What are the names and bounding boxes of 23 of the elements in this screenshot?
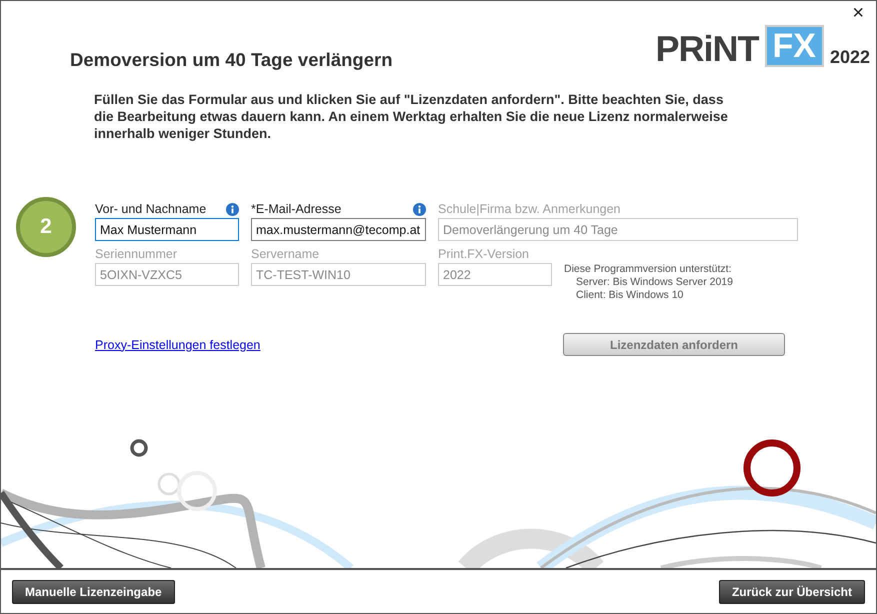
back-button[interactable]: Zurück zur Übersicht bbox=[718, 580, 865, 604]
field-label: Vor- und Nachname bbox=[95, 202, 206, 216]
dialog-title: Demoversion um 40 Tage verlängern bbox=[70, 49, 392, 71]
input-field[interactable]: Max Mustermann bbox=[95, 218, 239, 241]
field-label: *E-Mail-Adresse bbox=[251, 202, 342, 216]
field-label: Servername bbox=[251, 247, 320, 261]
logo-badge: FX bbox=[764, 25, 824, 67]
field-label: Print.FX-Version bbox=[438, 247, 530, 261]
instructions-text: Füllen Sie das Formular aus und klicken Sie auf "Lizenzdaten anfordern". Bitte beachten Sie, dass die Bearbeitung etwas dauern kann. An einem Werktag erhalten Sie die neue Lizenz normalerweise innerhalb weniger Stunden. bbox=[94, 91, 729, 142]
support-line: Server: Bis Windows Server 2019 bbox=[575, 276, 734, 289]
manual-license-button[interactable]: Manuelle Lizenzeingabe bbox=[12, 580, 175, 604]
step-number: 2 bbox=[16, 197, 76, 257]
field-label: Seriennummer bbox=[95, 247, 177, 261]
close-button[interactable]: × bbox=[848, 3, 868, 23]
info-icon[interactable] bbox=[226, 202, 239, 216]
input-field[interactable]: max.mustermann@tecomp.at bbox=[251, 218, 426, 241]
logo-year: 2022 bbox=[830, 47, 870, 67]
support-heading: Diese Programmversion unterstützt: bbox=[564, 263, 732, 276]
field-label: Schule|Firma bzw. Anmerkungen bbox=[438, 202, 621, 216]
proxy-link[interactable]: Proxy-Einstellungen festlegen bbox=[95, 338, 260, 352]
info-icon[interactable] bbox=[413, 202, 426, 216]
logo-wordmark: PRiNT bbox=[656, 31, 758, 67]
support-line: Client: Bis Windows 10 bbox=[575, 289, 684, 302]
